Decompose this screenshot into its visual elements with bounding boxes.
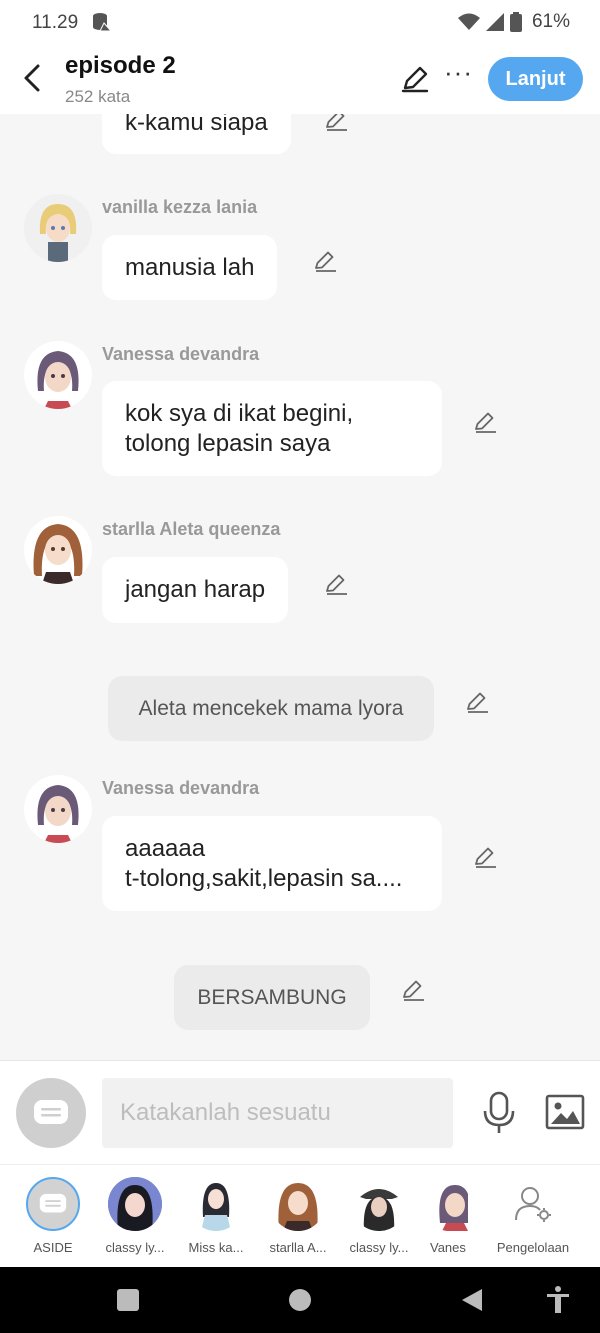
- character-bar: ASIDE classy ly... Miss ka... starlla A.…: [0, 1164, 600, 1267]
- sender-name: Vanessa devandra: [102, 778, 260, 798]
- character-item[interactable]: Vanes: [420, 1177, 470, 1255]
- character-portrait: [189, 1177, 243, 1231]
- message-text-line: t-tolong,sakit,lepasin sa....: [125, 864, 403, 892]
- avatar[interactable]: [24, 775, 92, 843]
- management-icon-wrap: [506, 1177, 560, 1231]
- message-bubble[interactable]: aaaaaa t-tolong,sakit,lepasin sa....: [102, 816, 442, 911]
- character-item[interactable]: classy ly...: [95, 1177, 175, 1255]
- character-portrait: [24, 341, 92, 409]
- character-label: starlla A...: [269, 1240, 327, 1255]
- narration-bubble[interactable]: Aleta mencekek mama lyora: [108, 676, 434, 741]
- status-indicators: 61%: [457, 11, 570, 33]
- character-label: classy ly...: [105, 1240, 165, 1255]
- back-arrow-icon[interactable]: [20, 62, 46, 94]
- battery-percent: 61%: [531, 11, 570, 32]
- pencil-icon[interactable]: [312, 247, 338, 273]
- status-bar: 11.29 61%: [0, 0, 600, 44]
- message-bubble[interactable]: jangan harap: [102, 557, 289, 623]
- settings-user-icon: [515, 1187, 551, 1222]
- character-item[interactable]: starlla A...: [258, 1177, 338, 1255]
- mic-icon[interactable]: [481, 1091, 517, 1135]
- message-input[interactable]: [102, 1078, 453, 1148]
- message-bubble[interactable]: kok sya di ikat begini, tolong lepasin s…: [102, 381, 442, 476]
- more-icon[interactable]: ···: [444, 59, 473, 85]
- message-text-line: tolong lepasin saya: [125, 429, 331, 457]
- character-portrait: [108, 1177, 162, 1231]
- character-aside[interactable]: ASIDE: [13, 1177, 93, 1255]
- character-portrait: [428, 1177, 468, 1231]
- character-avatar: [352, 1177, 406, 1231]
- aside-avatar: [26, 1177, 80, 1231]
- battery-icon: [509, 12, 522, 32]
- character-label: Miss ka...: [188, 1240, 244, 1255]
- pencil-icon[interactable]: [400, 976, 426, 1002]
- character-label: Vanes: [430, 1240, 466, 1255]
- input-bar: [0, 1060, 600, 1164]
- avatar[interactable]: [24, 341, 92, 409]
- character-avatar: [428, 1177, 468, 1231]
- episode-title: episode 2: [65, 52, 176, 79]
- word-count: 252 kata: [65, 87, 131, 106]
- character-avatar: [271, 1177, 325, 1231]
- avatar[interactable]: [24, 194, 92, 262]
- pencil-icon[interactable]: [472, 408, 498, 434]
- narration-text: BERSAMBUNG: [197, 985, 347, 1009]
- recents-icon[interactable]: [117, 1289, 139, 1311]
- pencil-icon[interactable]: [464, 688, 490, 714]
- chat-area[interactable]: k-kamu siapa vanilla kezza lania manusia…: [0, 114, 600, 1060]
- header: episode 2 252 kata ··· Lanjut: [0, 44, 600, 114]
- chat-bubble-icon: [34, 1100, 68, 1124]
- character-item[interactable]: Miss ka...: [176, 1177, 256, 1255]
- signal-icon: [485, 13, 504, 31]
- wifi-icon: [457, 13, 480, 30]
- character-item[interactable]: classy ly...: [339, 1177, 419, 1255]
- message-bubble[interactable]: k-kamu siapa: [102, 114, 291, 154]
- chat-bubble-icon: [39, 1193, 67, 1213]
- sender-name: vanilla kezza lania: [102, 197, 258, 217]
- system-nav-bar: [0, 1267, 600, 1333]
- home-icon[interactable]: [289, 1289, 311, 1311]
- database-warning-icon: [93, 13, 112, 32]
- edit-icon[interactable]: [400, 64, 430, 94]
- character-portrait: [24, 516, 92, 584]
- accessibility-icon[interactable]: [545, 1285, 571, 1315]
- nav-back-icon[interactable]: [460, 1287, 484, 1313]
- character-label: Pengelolaan: [496, 1240, 570, 1255]
- sender-name: Vanessa devandra: [102, 344, 260, 364]
- character-portrait: [352, 1177, 406, 1231]
- character-portrait: [24, 194, 92, 262]
- pencil-icon[interactable]: [323, 114, 349, 132]
- message-text-line: aaaaaa: [125, 834, 206, 862]
- aside-toggle-button[interactable]: [16, 1078, 86, 1148]
- character-portrait: [271, 1177, 325, 1231]
- sender-name: starlla Aleta queenza: [102, 519, 281, 539]
- avatar[interactable]: [24, 516, 92, 584]
- character-avatar: [108, 1177, 162, 1231]
- character-avatar: [189, 1177, 243, 1231]
- next-button[interactable]: Lanjut: [488, 57, 583, 101]
- character-portrait: [24, 775, 92, 843]
- narration-text: Aleta mencekek mama lyora: [138, 696, 404, 720]
- message-text: k-kamu siapa: [125, 114, 268, 136]
- message-bubble[interactable]: manusia lah: [102, 235, 278, 300]
- message-text: manusia lah: [125, 253, 255, 281]
- character-label: classy ly...: [349, 1240, 409, 1255]
- image-icon[interactable]: [545, 1094, 585, 1130]
- character-label: ASIDE: [33, 1240, 73, 1255]
- status-time: 11.29: [32, 12, 79, 33]
- pencil-icon[interactable]: [472, 843, 498, 869]
- narration-bubble[interactable]: BERSAMBUNG: [174, 965, 370, 1030]
- pencil-icon[interactable]: [323, 570, 349, 596]
- character-management[interactable]: Pengelolaan: [490, 1177, 576, 1255]
- message-text: jangan harap: [125, 576, 266, 603]
- message-text-line: kok sya di ikat begini,: [125, 399, 354, 427]
